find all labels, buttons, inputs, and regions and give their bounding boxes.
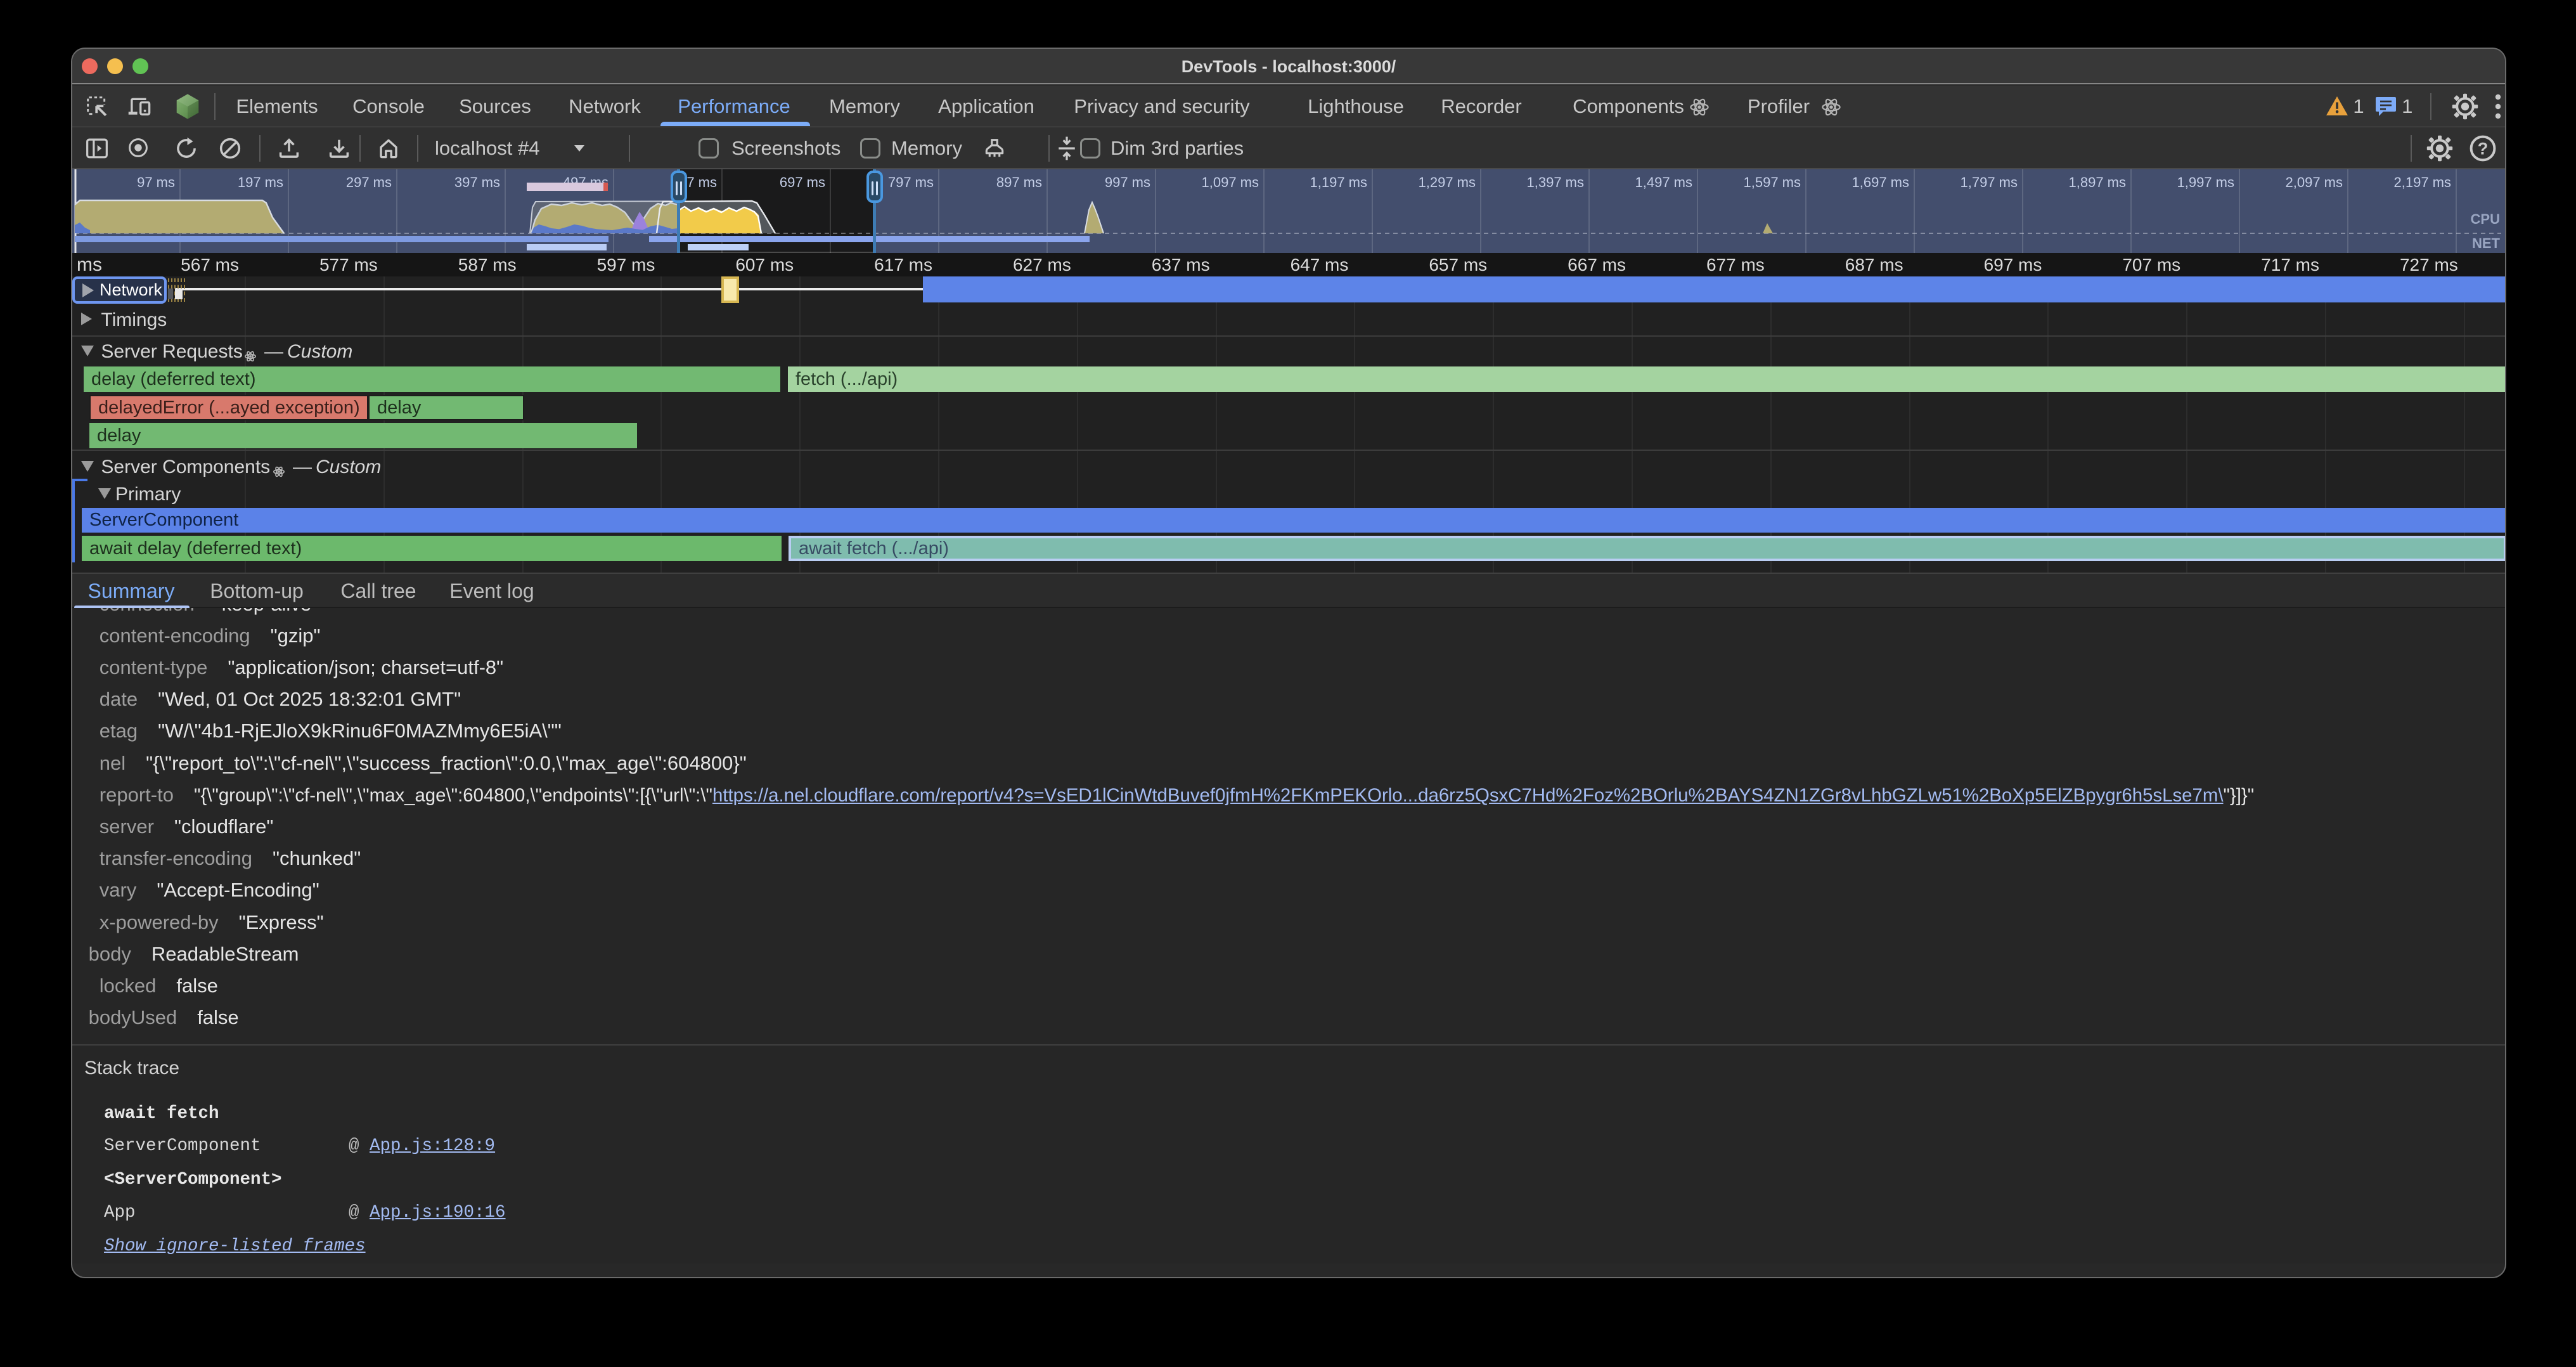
- svg-text:?: ?: [2478, 139, 2489, 158]
